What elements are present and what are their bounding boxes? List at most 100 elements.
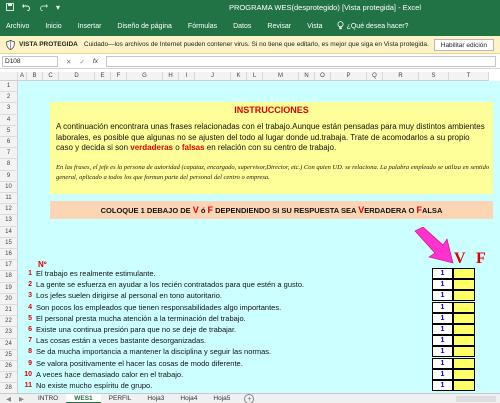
row-header[interactable]: 15 — [0, 237, 18, 249]
sheet-tab-perfil[interactable]: PERFIL — [101, 394, 140, 403]
row-header[interactable]: 12 — [0, 204, 18, 216]
row-header[interactable]: 6 — [0, 137, 18, 149]
false-answer-cell[interactable] — [453, 279, 475, 291]
tab-revisar[interactable]: Revisar — [259, 17, 299, 36]
column-header[interactable]: F — [111, 72, 127, 81]
false-answer-cell[interactable] — [453, 268, 475, 279]
row-header[interactable]: 3 — [0, 103, 18, 115]
row-header[interactable]: 26 — [0, 361, 18, 373]
instructions-false-word: falsas — [181, 143, 205, 152]
row-header[interactable]: 2 — [0, 92, 18, 104]
column-header[interactable]: M — [263, 72, 299, 81]
tab-inicio[interactable]: Inicio — [37, 17, 69, 36]
tab-insertar[interactable]: Insertar — [70, 17, 110, 36]
false-answer-cell[interactable] — [453, 312, 475, 324]
row-header[interactable]: 18 — [0, 271, 18, 283]
column-header[interactable]: S — [419, 72, 449, 81]
column-header[interactable]: G — [127, 72, 163, 81]
next-sheet-icon[interactable]: ▶ — [19, 395, 24, 403]
sheet-tab-wes1[interactable]: WES1 — [66, 393, 101, 403]
false-answer-cell[interactable] — [453, 301, 475, 313]
true-answer-cell[interactable]: 1 — [432, 312, 453, 324]
true-answer-cell[interactable]: 1 — [432, 380, 453, 391]
column-header[interactable]: L — [247, 72, 263, 81]
row-header[interactable]: 11 — [0, 193, 18, 205]
column-header[interactable]: K — [231, 72, 247, 81]
true-answer-cell[interactable]: 1 — [432, 346, 453, 358]
tab-datos[interactable]: Datos — [225, 17, 259, 36]
row-header[interactable]: 27 — [0, 372, 18, 384]
prev-sheet-icon[interactable]: ◀ — [6, 395, 11, 403]
row-header[interactable]: 21 — [0, 305, 18, 317]
row-header[interactable]: 14 — [0, 226, 18, 238]
column-header[interactable]: J — [195, 72, 231, 81]
tab-archivo[interactable]: Archivo — [0, 17, 37, 36]
enable-editing-button[interactable]: Habilitar edición — [433, 39, 494, 51]
row-header[interactable]: 22 — [0, 316, 18, 328]
row-header[interactable]: 1 — [0, 81, 18, 93]
row-header[interactable]: 24 — [0, 338, 18, 350]
false-answer-cell[interactable] — [453, 290, 475, 302]
add-sheet-button[interactable]: + — [244, 393, 255, 403]
true-answer-cell[interactable]: 1 — [432, 368, 453, 380]
horizontal-scrollbar[interactable] — [456, 395, 496, 402]
row-header[interactable]: 20 — [0, 293, 18, 305]
question-text: El trabajo es realmente estimulante. — [36, 269, 156, 278]
column-header[interactable]: A — [18, 72, 27, 81]
column-header[interactable]: C — [43, 72, 59, 81]
cancel-icon[interactable]: ✕ — [66, 58, 71, 66]
true-answer-cell[interactable]: 1 — [432, 335, 453, 347]
false-answer-cell[interactable] — [453, 324, 475, 335]
column-header[interactable]: I — [179, 72, 195, 81]
false-answer-cell[interactable] — [453, 368, 475, 380]
true-answer-cell[interactable]: 1 — [432, 290, 453, 302]
sheet-tab-hoja3[interactable]: Hoja3 — [139, 394, 172, 403]
false-answer-cell[interactable] — [453, 380, 475, 391]
tab-diseno-pagina[interactable]: Diseño de página — [109, 17, 180, 36]
column-header[interactable]: H — [163, 72, 179, 81]
column-header[interactable]: D — [59, 72, 95, 81]
column-header[interactable]: O — [315, 72, 331, 81]
row-header[interactable]: 8 — [0, 159, 18, 171]
formula-input[interactable] — [105, 56, 496, 67]
column-header[interactable]: P — [331, 72, 367, 81]
false-answer-cell[interactable] — [453, 346, 475, 358]
sheet-tab-intro[interactable]: INTRO — [30, 394, 66, 403]
row-header[interactable]: 10 — [0, 181, 18, 193]
true-answer-cell[interactable]: 1 — [432, 268, 453, 279]
column-header[interactable]: R — [383, 72, 419, 81]
row-header[interactable]: 5 — [0, 125, 18, 137]
enter-icon[interactable]: ✓ — [79, 58, 84, 66]
row-header[interactable]: 16 — [0, 249, 18, 261]
row-header[interactable]: 23 — [0, 327, 18, 339]
column-header[interactable]: N — [299, 72, 315, 81]
row-header[interactable]: 17 — [0, 260, 18, 272]
false-answer-cell[interactable] — [453, 335, 475, 347]
false-answer-cell[interactable] — [453, 357, 475, 369]
name-box[interactable]: D108 — [2, 56, 58, 67]
column-header[interactable]: Q — [367, 72, 383, 81]
insert-function-icon[interactable]: fx — [93, 58, 98, 66]
column-header[interactable]: T — [449, 72, 489, 81]
select-all-corner[interactable] — [0, 72, 18, 81]
worksheet-grid[interactable]: ABCDEFGHIJKLMNOPQRST 1 2 3 4 5 6 7 8 9 10 11 12 13 14… — [0, 72, 500, 393]
sheet-tab-hoja5[interactable]: Hoja5 — [205, 394, 238, 403]
column-header[interactable]: B — [27, 72, 43, 81]
row-header[interactable]: 28 — [0, 383, 18, 393]
tab-vista[interactable]: Vista — [299, 17, 330, 36]
sheet-tab-hoja4[interactable]: Hoja4 — [172, 394, 205, 403]
row-header[interactable]: 7 — [0, 148, 18, 160]
row-header[interactable]: 25 — [0, 349, 18, 361]
sheet-area[interactable]: INSTRUCCIONES A continuación encontrara … — [18, 81, 500, 393]
true-answer-cell[interactable]: 1 — [432, 357, 453, 369]
true-answer-cell[interactable]: 1 — [432, 301, 453, 313]
row-header[interactable]: 9 — [0, 170, 18, 182]
tab-formulas[interactable]: Fórmulas — [180, 17, 225, 36]
true-answer-cell[interactable]: 1 — [432, 324, 453, 335]
row-header[interactable]: 19 — [0, 282, 18, 294]
row-header[interactable]: 13 — [0, 215, 18, 227]
row-header[interactable]: 4 — [0, 114, 18, 126]
column-header[interactable]: E — [95, 72, 111, 81]
tell-me-box[interactable]: ¿Qué desea hacer? — [331, 21, 408, 32]
true-answer-cell[interactable]: 1 — [432, 279, 453, 291]
